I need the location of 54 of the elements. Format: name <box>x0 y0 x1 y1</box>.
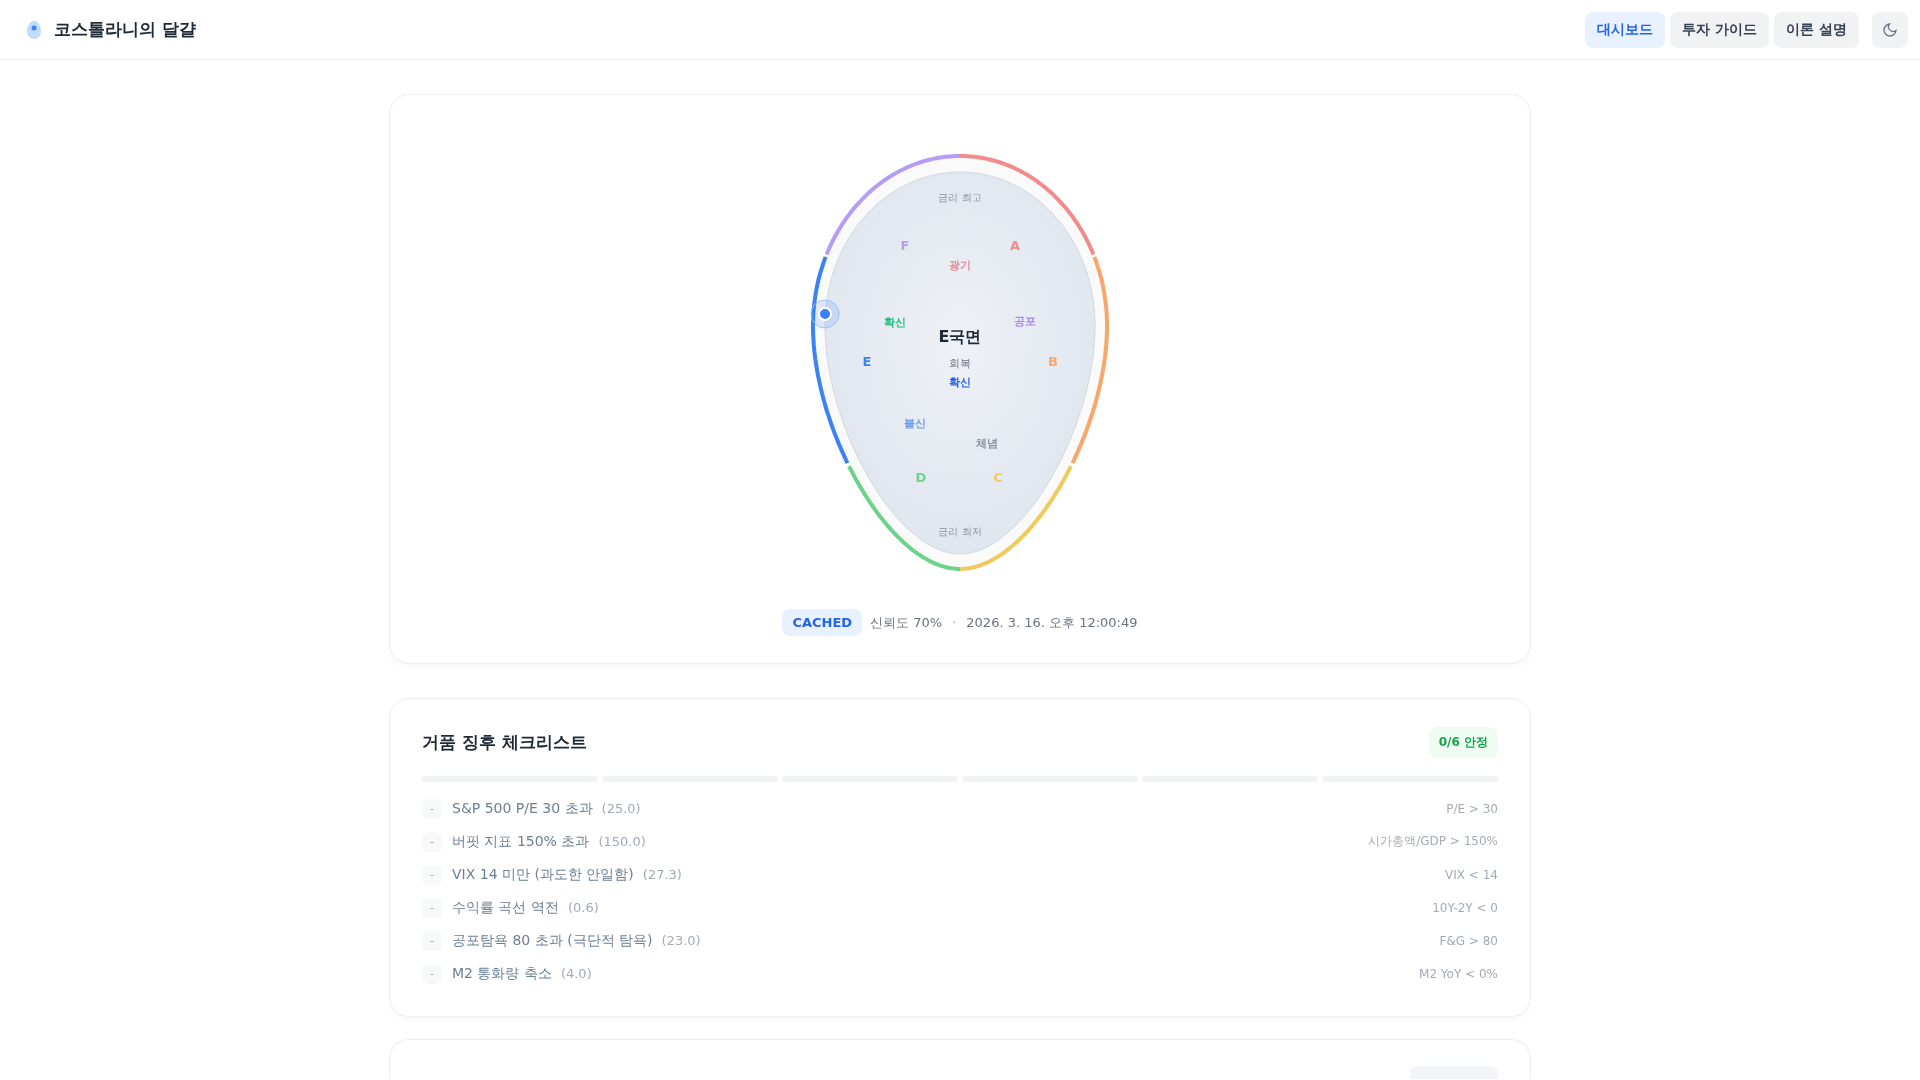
emotion-label: 체념 <box>976 437 998 450</box>
top-label: 금리 최고 <box>938 192 982 203</box>
app-title: 코스톨라니의 달걀 <box>54 18 196 41</box>
check-marker: - <box>422 864 442 885</box>
phase-title: E국면 <box>938 327 982 346</box>
phase-letter: B <box>1048 354 1058 369</box>
threshold-text: 시가총액/GDP > 150% <box>1368 833 1498 850</box>
criterion-label: M2 통화량 축소 <box>452 964 552 983</box>
theme-toggle-button[interactable] <box>1872 11 1908 48</box>
criterion-label: 수익률 곡선 역전 <box>452 898 559 917</box>
check-marker: - <box>422 963 442 984</box>
threshold-text: M2 YoY < 0% <box>1419 966 1498 981</box>
phase-letter: D <box>915 470 927 485</box>
source-badge: CACHED <box>782 609 863 636</box>
phase-letter: E <box>862 354 872 369</box>
mood-label: 확신 <box>949 376 971 389</box>
criterion-value: (0.6) <box>567 900 599 915</box>
criterion-value: (27.3) <box>642 867 682 882</box>
threshold-text: F&G > 80 <box>1439 933 1498 948</box>
timestamp-text: 2026. 3. 16. 오후 12:00:49 <box>966 613 1138 632</box>
criterion-value: (4.0) <box>560 966 592 981</box>
threshold-text: 10Y-2Y < 0 <box>1432 900 1498 915</box>
position-marker-icon <box>810 299 840 329</box>
status-badge: 0/6 안정 <box>1428 727 1498 758</box>
confidence-text: 신뢰도 70% <box>870 613 943 632</box>
moon-icon <box>1882 21 1898 38</box>
check-marker: - <box>422 897 442 918</box>
phase-letter: F <box>900 238 910 253</box>
nav-tab[interactable]: 대시보드 <box>1585 11 1666 48</box>
criterion-value: (25.0) <box>601 801 641 816</box>
checklist-title: 거품 징후 체크리스트 <box>422 731 587 754</box>
criterion-label: 버핏 지표 150% 초과 <box>452 832 590 851</box>
bottom-label: 금리 최저 <box>938 526 982 537</box>
threshold-text: P/E > 30 <box>1446 801 1498 816</box>
emotion-label: 확신 <box>884 316 906 329</box>
criterion-value: (150.0) <box>598 834 646 849</box>
nav-tab[interactable]: 이론 설명 <box>1774 11 1859 48</box>
check-marker: - <box>422 930 442 951</box>
check-marker: - <box>422 831 442 852</box>
threshold-text: VIX < 14 <box>1445 867 1498 882</box>
criterion-label: VIX 14 미만 (과도한 안일함) <box>452 865 634 884</box>
phase-letter: C <box>993 470 1003 485</box>
criterion-value: (23.0) <box>661 933 701 948</box>
check-marker: - <box>422 798 442 819</box>
separator-text: · <box>952 615 957 630</box>
emotion-label: 광기 <box>949 259 971 272</box>
emotion-label: 공포 <box>1014 315 1036 328</box>
phase-letter: A <box>1009 238 1021 253</box>
nav-tab[interactable]: 투자 가이드 <box>1670 11 1770 48</box>
criterion-label: S&P 500 P/E 30 초과 <box>452 799 593 818</box>
stage-label: 회복 <box>949 357 971 370</box>
emotion-label: 불신 <box>904 417 926 430</box>
criterion-label: 공포탐욕 80 초과 (극단적 탐욕) <box>452 931 653 950</box>
egg-logo-icon <box>26 19 42 40</box>
